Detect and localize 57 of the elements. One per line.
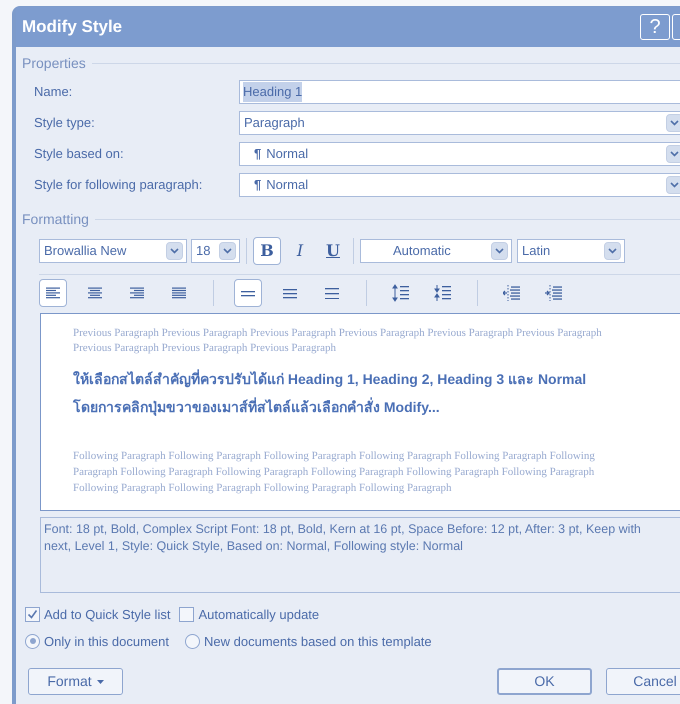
dropdown-value: 18 (196, 242, 210, 260)
radio-button[interactable] (25, 634, 40, 649)
style-dropdown[interactable]: ¶ Normal (239, 173, 680, 197)
paragraph-spacing-icon (392, 284, 410, 302)
previous-paragraph-text: Previous Paragraph Previous Paragraph Previous Paragraph Previous Paragraph Previous Paragraph Previous Paragraph Previous Paragraph Previous Paragraph Previous Paragraph (73, 326, 603, 356)
ok-button[interactable]: OK (497, 668, 592, 695)
sample-text: โดยการคลิกปุ่มขวาของเมาส์ที่สไตล์แล้วเลือกคำสั่ง Modify... (73, 397, 441, 418)
style-dropdown[interactable]: ¶ Normal (239, 142, 680, 166)
format-menu-button[interactable]: Format (28, 668, 123, 695)
help-button[interactable]: ? (640, 14, 670, 40)
indent-decrease-icon (503, 285, 521, 301)
italic-button[interactable]: I (286, 237, 314, 265)
radio-option[interactable]: New documents based on this template (185, 632, 432, 651)
indent-increase-icon (545, 285, 563, 301)
underline-button[interactable]: U (319, 237, 347, 265)
line-spacing-icon (324, 287, 340, 299)
paragraph-spacing-icon (434, 284, 452, 302)
dropdown-value: ¶ Normal (253, 176, 308, 194)
section-title: Properties (22, 54, 86, 73)
font-dropdown[interactable]: Browallia New (39, 239, 187, 263)
field-label: Name: (34, 83, 74, 102)
dropdown-value: ¶ Normal (253, 145, 308, 164)
field-label: Style based on: (34, 145, 125, 164)
radio-button[interactable] (185, 634, 200, 649)
field-label: Style type: (34, 114, 96, 132)
radio-option[interactable]: Only in this document (25, 632, 170, 651)
checkbox-option[interactable]: Automatically update (179, 605, 320, 624)
name-field[interactable]: Heading 1 (239, 80, 680, 104)
align-button[interactable] (39, 279, 67, 307)
checkmark-icon (27, 609, 38, 620)
checkbox[interactable] (25, 607, 40, 622)
dropdown-value: Automatic (392, 242, 451, 260)
dropdown-value: Paragraph (244, 114, 305, 132)
following-paragraph-text: Following Paragraph Following Paragraph Following Paragraph Following Paragraph Following Paragraph Following Paragraph Following Paragraph Following Paragraph Following Paragraph Following Paragraph Following Paragraph Following Paragraph Following Paragraph Following Paragraph Following Paragraph (73, 449, 596, 496)
line-spacing-icon (282, 287, 298, 299)
section-title: Formatting (22, 210, 89, 229)
script-dropdown[interactable]: Latin (517, 239, 625, 263)
color-dropdown[interactable]: Automatic (360, 239, 512, 263)
bold-button[interactable]: B (253, 237, 281, 265)
checkbox-option[interactable]: Add to Quick Style list (25, 605, 170, 624)
dropdown-value: Browallia New (44, 242, 126, 260)
caret-icon (96, 680, 104, 684)
checkbox[interactable] (179, 607, 194, 622)
align-center-icon (87, 287, 103, 299)
dropdown-value: Latin (522, 242, 550, 260)
field-label: Style for following paragraph: (34, 176, 204, 194)
align-right-icon (129, 287, 145, 299)
cancel-button[interactable]: Cancel (606, 668, 680, 695)
field-value: Heading 1 (243, 82, 302, 102)
style-dropdown[interactable]: Paragraph (239, 111, 680, 135)
style-description: Font: 18 pt, Bold, Complex Script Font: 18 pt, Bold, Kern at 16 pt, Space Before: 12 pt, After: 3 pt, Keep with next, Level 1, Style: Quick Style, Based on: Normal, Following style: Normal (40, 517, 680, 593)
size-dropdown[interactable]: 18 (191, 239, 240, 263)
window-title: Modify Style (22, 16, 122, 38)
align-justify-icon (171, 287, 187, 299)
line-spacing-button[interactable] (234, 279, 262, 307)
align-left-icon (45, 287, 61, 299)
sample-text: ให้เลือกสไตล์สำคัญที่ควรปรับได้แก่ Heading 1, Heading 2, Heading 3 และ Normal (73, 369, 588, 390)
